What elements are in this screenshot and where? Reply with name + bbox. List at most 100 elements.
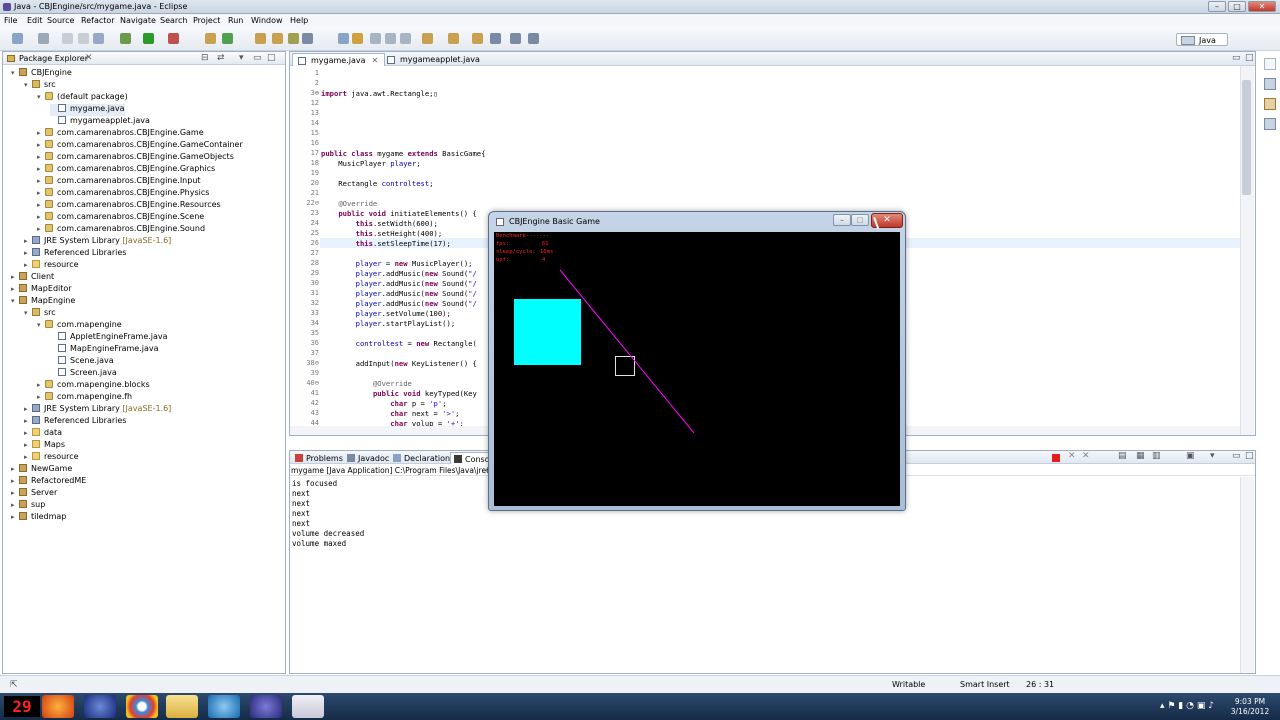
toolbar-button-icon[interactable] <box>38 33 49 44</box>
minimize-button[interactable]: – <box>1208 1 1226 12</box>
tree-item[interactable]: ▸ com.camarenabros.CBJEngine.Sound <box>37 224 205 236</box>
windows-media-icon[interactable] <box>208 695 240 718</box>
system-tray-icons[interactable]: ▴ ⚑ ▮ ◔ ▣ ♪ <box>1160 701 1214 711</box>
explorer-icon[interactable] <box>166 695 198 718</box>
code-line[interactable]: player.addMusic(new Sound("/ <box>321 269 477 278</box>
code-line[interactable]: this.setHeight(400); <box>321 229 443 238</box>
tree-item[interactable]: ▸ RefactoredME <box>11 476 86 488</box>
toolbar-button-icon[interactable] <box>12 33 23 44</box>
toolbar-button-icon[interactable] <box>400 33 411 44</box>
code-line[interactable]: addInput(new KeyListener() { <box>321 359 477 368</box>
console-vertical-scrollbar[interactable] <box>1240 477 1254 673</box>
perspective-switcher[interactable]: Java <box>1176 33 1228 46</box>
tree-item[interactable]: ▸ MapEditor <box>11 284 72 296</box>
tree-item[interactable]: ▸ resource <box>24 260 79 272</box>
tree-item[interactable]: ▸ com.camarenabros.CBJEngine.Game <box>37 128 204 140</box>
tree-item[interactable]: ▾ com.mapengine <box>37 320 122 332</box>
tree-item[interactable]: ▸ com.camarenabros.CBJEngine.Input <box>37 176 201 188</box>
code-line[interactable]: @Override <box>321 199 377 208</box>
tree-item[interactable]: ▸ Maps <box>24 440 65 452</box>
close-view-icon[interactable]: ✕ <box>85 53 93 63</box>
tree-item[interactable]: ▸ com.camarenabros.CBJEngine.Graphics <box>37 164 215 176</box>
code-line[interactable]: this.setWidth(600); <box>321 219 438 228</box>
toolbar-button-icon[interactable] <box>272 33 283 44</box>
code-line[interactable]: char next = '>'; <box>321 409 459 418</box>
code-line[interactable]: public class mygame extends BasicGame{ <box>321 149 485 158</box>
toolbar-button-icon[interactable] <box>222 33 233 44</box>
expand-toggle-icon[interactable]: ▸ <box>11 465 19 473</box>
expand-toggle-icon[interactable]: ▸ <box>24 417 32 425</box>
code-line[interactable]: public void keyTyped(Key <box>321 389 477 398</box>
toolbar-button-icon[interactable] <box>338 33 349 44</box>
tree-item[interactable]: ▸ sup <box>11 500 45 512</box>
code-line[interactable]: player.startPlayList(); <box>321 319 456 328</box>
minimize-console-icon[interactable]: ▭ <box>1232 451 1241 461</box>
code-line[interactable]: Rectangle controltest; <box>321 179 433 188</box>
expand-toggle-icon[interactable]: ▾ <box>11 69 19 77</box>
collapse-all-icon[interactable]: ⊟ <box>201 53 209 63</box>
expand-toggle-icon[interactable]: ▸ <box>24 453 32 461</box>
terminate-icon[interactable] <box>1052 454 1060 462</box>
toolbar-button-icon[interactable] <box>510 33 521 44</box>
tree-item[interactable]: ▸ Referenced Libraries <box>24 416 126 428</box>
code-line[interactable]: public void initiateElements() { <box>321 209 476 218</box>
editor-tab-mygameapplet[interactable]: mygameapplet.java <box>382 53 486 66</box>
tree-item[interactable]: ▸ JRE System Library [JavaSE-1.6] <box>24 236 171 248</box>
toolbar-button-icon[interactable] <box>255 33 266 44</box>
menu-refactor[interactable]: Refactor <box>81 16 115 25</box>
expand-toggle-icon[interactable]: ▸ <box>11 501 19 509</box>
java-app-icon[interactable] <box>292 695 324 718</box>
expand-toggle-icon[interactable]: ▸ <box>24 405 32 413</box>
console-tab-problems[interactable]: Problems <box>292 452 347 464</box>
task-list-icon[interactable] <box>1264 98 1276 110</box>
close-tab-icon[interactable]: ✕ <box>372 56 379 65</box>
code-line[interactable]: player.addMusic(new Sound("/ <box>321 299 477 308</box>
tree-item[interactable]: ▸ com.camarenabros.CBJEngine.GameObjects <box>37 152 234 164</box>
game-canvas[interactable]: Benchmark------- fps: 61 sleep/cycle: 16ms u… <box>494 232 900 506</box>
tree-item[interactable]: ▸ com.camarenabros.CBJEngine.Physics <box>37 188 209 200</box>
game-window[interactable]: CBJEngine Basic Game – □ ✕ Benchmark----… <box>488 211 906 511</box>
menu-search[interactable]: Search <box>160 16 187 25</box>
toolbar-button-icon[interactable] <box>120 33 131 44</box>
menu-source[interactable]: Source <box>47 16 74 25</box>
tree-item[interactable]: ▸ Server <box>11 488 57 500</box>
expand-toggle-icon[interactable]: ▸ <box>37 201 45 209</box>
tree-item[interactable]: ▸ tiledmap <box>11 512 66 524</box>
expand-toggle-icon[interactable]: ▸ <box>37 213 45 221</box>
remove-launch-icon[interactable]: ✕ <box>1068 451 1076 461</box>
expand-toggle-icon[interactable]: ▸ <box>37 177 45 185</box>
minimize-view-icon[interactable]: ▭ <box>253 53 262 63</box>
open-console-icon[interactable]: ▾ <box>1210 451 1215 461</box>
code-line[interactable]: player.addMusic(new Sound("/ <box>321 289 477 298</box>
remove-all-icon[interactable]: ✕ <box>1082 451 1090 461</box>
tree-item[interactable]: MapEngineFrame.java <box>50 344 159 356</box>
toolbar-button-icon[interactable] <box>352 33 363 44</box>
show-on-output-icon[interactable]: ▥ <box>1152 451 1161 461</box>
code-line[interactable]: player.addMusic(new Sound("/ <box>321 279 477 288</box>
toolbar-button-icon[interactable] <box>528 33 539 44</box>
expand-toggle-icon[interactable]: ▾ <box>11 297 19 305</box>
menu-edit[interactable]: Edit <box>27 16 43 25</box>
expand-toggle-icon[interactable]: ▸ <box>11 477 19 485</box>
maximize-view-icon[interactable]: □ <box>267 53 276 63</box>
code-line[interactable]: import java.awt.Rectangle;▯ <box>321 89 438 98</box>
toolbar-button-icon[interactable] <box>370 33 381 44</box>
system-clock[interactable]: 9:03 PM 3/16/2012 <box>1222 697 1278 717</box>
tree-item[interactable]: AppletEngineFrame.java <box>50 332 168 344</box>
expand-toggle-icon[interactable]: ▸ <box>11 513 19 521</box>
code-line[interactable]: player = new MusicPlayer(); <box>321 259 473 268</box>
expand-toggle-icon[interactable]: ▸ <box>24 441 32 449</box>
expand-toggle-icon[interactable]: ▾ <box>37 321 45 329</box>
toolbar-button-icon[interactable] <box>490 33 501 44</box>
expand-toggle-icon[interactable]: ▸ <box>37 141 45 149</box>
code-line[interactable]: player.setVolume(100); <box>321 309 451 318</box>
tree-item[interactable]: ▸ com.camarenabros.CBJEngine.Scene <box>37 212 204 224</box>
code-line[interactable]: controltest = new Rectangle( <box>321 339 477 348</box>
menu-file[interactable]: File <box>4 16 17 25</box>
tree-item[interactable]: ▸ data <box>24 428 62 440</box>
toolbar-button-icon[interactable] <box>472 33 483 44</box>
tree-item[interactable]: ▾ src <box>24 80 56 92</box>
tree-item[interactable]: ▾ CBJEngine <box>11 68 72 80</box>
fast-view-icon[interactable]: ⇱ <box>10 680 18 690</box>
editor-scroll-thumb[interactable] <box>1242 80 1251 195</box>
